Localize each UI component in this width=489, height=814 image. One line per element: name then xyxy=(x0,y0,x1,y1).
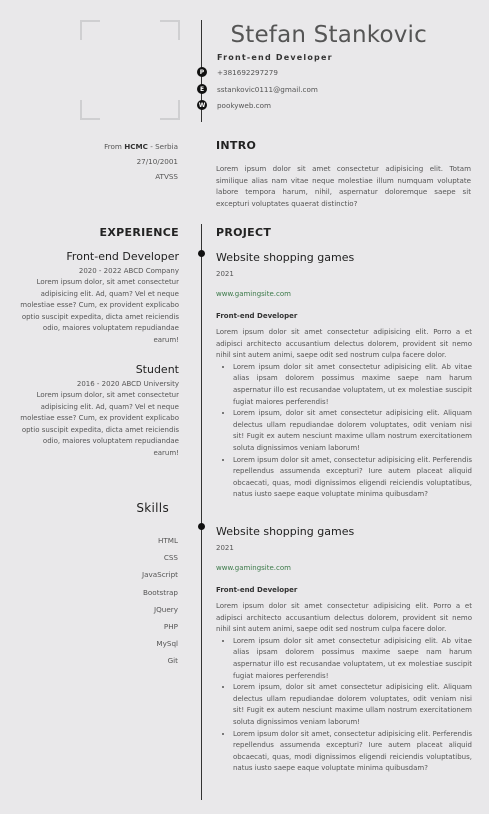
experience-heading: EXPERIENCE xyxy=(99,226,179,239)
experience-item: Student 2016 - 2020 ABCD University Lore… xyxy=(19,363,179,460)
skills-list: HTML CSS JavaScript Bootstrap JQuery PHP… xyxy=(142,536,178,674)
phone-icon: P xyxy=(197,67,207,77)
origin-city: HCMC xyxy=(124,142,148,151)
contact-website[interactable]: W pookyweb.com xyxy=(197,100,271,110)
experience-title: Student xyxy=(135,363,179,376)
project-bullet: Lorem ipsum dolor sit amet, consectetur … xyxy=(233,729,472,775)
project-year: 2021 xyxy=(216,270,234,278)
skill-item: JavaScript xyxy=(141,570,178,580)
skill-item: Bootstrap xyxy=(142,587,178,597)
contact-email[interactable]: E sstankovic0111@gmail.com xyxy=(197,84,318,94)
experience-title: Front-end Developer xyxy=(66,250,179,263)
project-description: Lorem ipsum dolor sit amet consectetur a… xyxy=(216,602,472,634)
experience-dates: 2016 - 2020 ABCD University xyxy=(76,380,179,388)
project-link[interactable]: www.gamingsite.com xyxy=(216,290,472,298)
skill-item: CSS xyxy=(163,553,178,563)
contact-phone[interactable]: P +381692297279 xyxy=(197,67,278,77)
timeline-dot xyxy=(198,250,205,257)
contact-website-value[interactable]: pookyweb.com xyxy=(217,101,271,110)
skills-heading: Skills xyxy=(136,501,169,515)
project-description: Lorem ipsum dolor sit amet consectetur a… xyxy=(216,328,472,360)
skill-item: JQuery xyxy=(154,604,178,614)
person-name: Stefan Stankovic xyxy=(230,22,427,48)
timeline-line xyxy=(201,224,202,800)
project-title: Website shopping games xyxy=(216,251,355,264)
personal-origin: From HCMC - Serbia xyxy=(104,139,178,154)
intro-heading: INTRO xyxy=(216,139,257,152)
photo-corner xyxy=(80,20,100,40)
origin-country: - Serbia xyxy=(147,142,178,151)
project-year: 2021 xyxy=(216,544,234,552)
origin-prefix: From xyxy=(104,142,125,151)
project-bullets: Lorem ipsum dolor sit amet consectetur a… xyxy=(216,636,472,775)
project-bullet: Lorem ipsum dolor sit amet, consectetur … xyxy=(233,455,472,501)
email-icon: E xyxy=(197,84,207,94)
timeline-dot xyxy=(198,523,205,530)
experience-text: Lorem ipsum dolor, sit amet consectetur … xyxy=(20,391,179,457)
personal-dob: 27/10/2001 xyxy=(136,157,178,166)
project-role: Front-end Developer xyxy=(216,586,298,594)
project-item: Website shopping games 2021 www.gamingsi… xyxy=(216,525,472,775)
project-bullet: Lorem ipsum, dolor sit amet consectetur … xyxy=(233,408,472,454)
skill-item: MySql xyxy=(156,639,178,649)
project-bullet: Lorem ipsum dolor sit amet consectetur a… xyxy=(233,362,472,408)
personal-school: ATVSS xyxy=(155,172,178,181)
contact-phone-value[interactable]: +381692297279 xyxy=(217,68,278,77)
project-item: Website shopping games 2021 www.gamingsi… xyxy=(216,251,472,501)
profile-photo xyxy=(80,20,180,120)
experience-dates: 2020 - 2022 ABCD Company xyxy=(78,267,179,275)
project-title: Website shopping games xyxy=(216,525,355,538)
experience-text: Lorem ipsum dolor, sit amet consectetur … xyxy=(20,278,179,344)
website-icon: W xyxy=(197,100,207,110)
project-role: Front-end Developer xyxy=(216,312,298,320)
skill-item: Git xyxy=(167,656,178,666)
project-bullet: Lorem ipsum, dolor sit amet consectetur … xyxy=(233,682,472,728)
project-heading: PROJECT xyxy=(216,226,272,239)
project-bullets: Lorem ipsum dolor sit amet consectetur a… xyxy=(216,362,472,501)
photo-corner xyxy=(80,100,100,120)
intro-text: Lorem ipsum dolor sit amet consectetur a… xyxy=(216,164,471,208)
project-link[interactable]: www.gamingsite.com xyxy=(216,564,472,572)
photo-corner xyxy=(160,20,180,40)
person-role: Front-end Developer xyxy=(217,53,333,62)
skill-item: HTML xyxy=(157,536,178,545)
skill-item: PHP xyxy=(163,621,178,631)
personal-info: From HCMC - Serbia 27/10/2001 ATVSS xyxy=(104,139,178,184)
contact-email-value[interactable]: sstankovic0111@gmail.com xyxy=(217,85,318,94)
experience-item: Front-end Developer 2020 - 2022 ABCD Com… xyxy=(19,250,179,347)
project-bullet: Lorem ipsum dolor sit amet consectetur a… xyxy=(233,636,472,682)
photo-corner xyxy=(160,100,180,120)
